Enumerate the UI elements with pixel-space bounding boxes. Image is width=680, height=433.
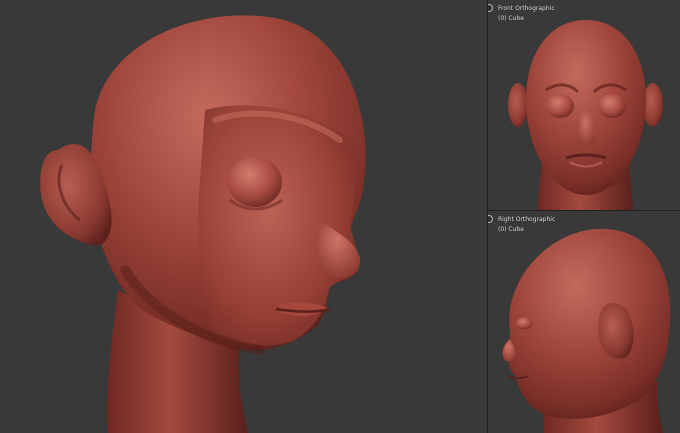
sculpt-head-three-quarter (40, 15, 366, 433)
viewport-object-label: (0) Cube (498, 15, 524, 22)
viewport-right-orthographic[interactable]: Right Orthographic (0) Cube (488, 211, 680, 433)
viewport-view-label: Front Orthographic (498, 5, 555, 12)
sculpt-head-front (508, 20, 663, 210)
viewport-view-label: Right Orthographic (498, 216, 556, 223)
viewport-front-orthographic[interactable]: Front Orthographic (0) Cube (488, 0, 680, 210)
viewport-perspective[interactable] (0, 0, 487, 433)
sculpt-head-side (502, 228, 671, 433)
viewport-object-label: (0) Cube (498, 226, 524, 233)
